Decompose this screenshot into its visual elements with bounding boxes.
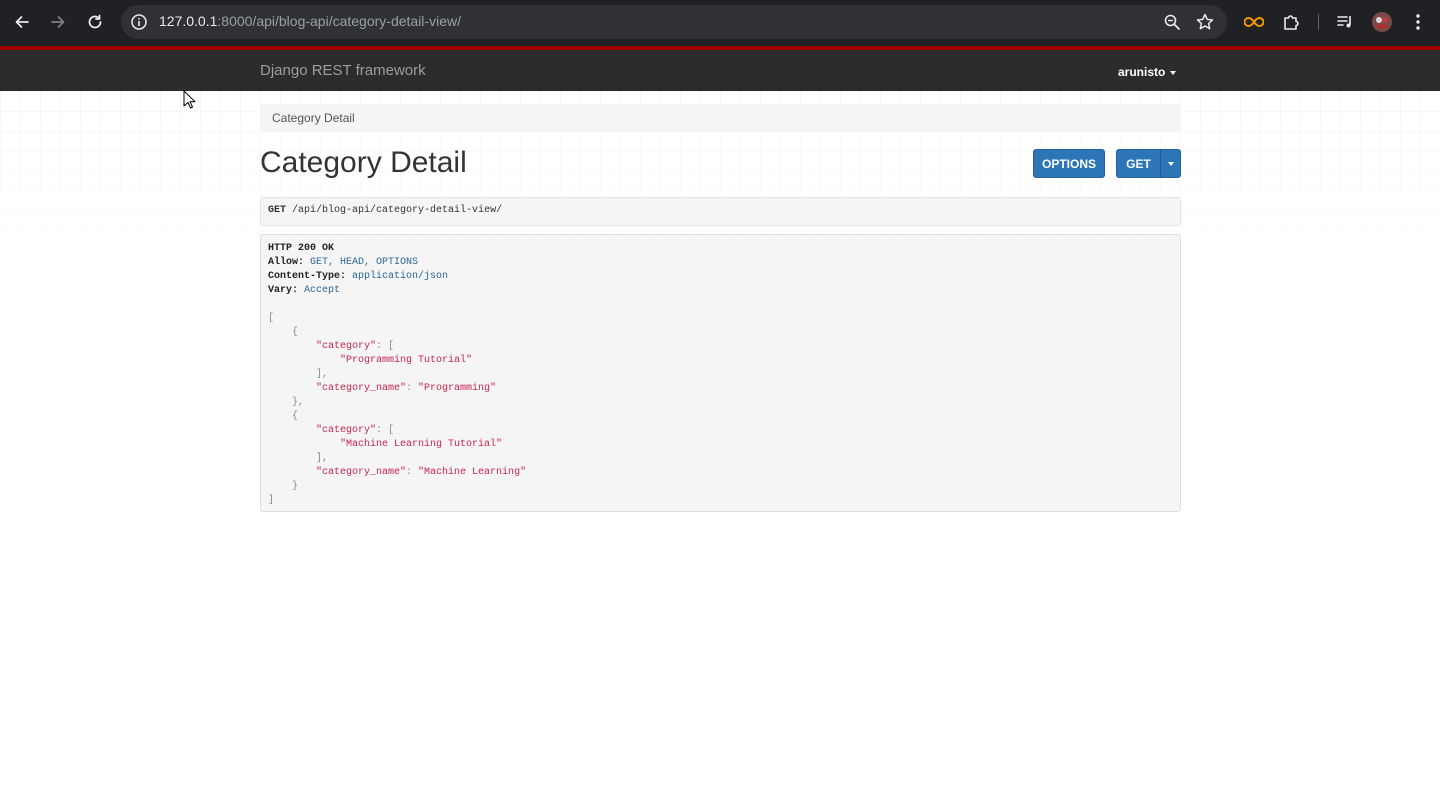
extensions-puzzle-icon[interactable]: [1280, 11, 1302, 33]
json-string: "Machine Learning Tutorial": [340, 439, 503, 450]
chrome-menu-icon[interactable]: [1407, 11, 1429, 33]
dropdown-caret-icon: [1170, 70, 1177, 75]
caret-down-icon: [1167, 161, 1174, 166]
page-title: Category Detail: [260, 146, 467, 179]
breadcrumb: Category Detail: [260, 104, 1181, 132]
toolbar-divider: [1318, 14, 1319, 30]
json-key: "category_name": [316, 383, 407, 394]
header-value: application/json: [352, 271, 449, 282]
url-path: :8000/api/blog-api/category-detail-view/: [217, 13, 461, 29]
header-value: GET, HEAD, OPTIONS: [310, 257, 419, 268]
header-key: Content-Type:: [268, 271, 347, 282]
username: arunisto: [1118, 65, 1166, 79]
request-path: /api/blog-api/category-detail-view/: [292, 205, 503, 216]
site-info-icon[interactable]: [130, 13, 148, 31]
reload-icon[interactable]: [83, 10, 107, 34]
json-key: "category": [316, 425, 377, 436]
header-key: Vary:: [268, 285, 299, 296]
json-string: "Programming": [418, 383, 497, 394]
json-key: "category": [316, 341, 377, 352]
extension-infinity-icon[interactable]: [1243, 11, 1265, 33]
mouse-cursor-icon: [183, 90, 196, 109]
browser-toolbar: 127.0.0.1:8000/api/blog-api/category-det…: [0, 0, 1440, 46]
navbar-brand[interactable]: Django REST framework: [260, 62, 426, 79]
header-key: Allow:: [268, 257, 305, 268]
address-bar[interactable]: 127.0.0.1:8000/api/blog-api/category-det…: [121, 5, 1227, 39]
back-arrow-icon[interactable]: [10, 10, 34, 34]
request-info: GET /api/blog-api/category-detail-view/: [260, 197, 1181, 226]
request-method: GET: [268, 205, 287, 216]
json-string: "Machine Learning": [418, 467, 527, 478]
profile-avatar-icon[interactable]: [1371, 11, 1393, 33]
breadcrumb-item[interactable]: Category Detail: [272, 111, 355, 125]
get-button[interactable]: GET: [1116, 149, 1161, 178]
header-value: Accept: [304, 285, 341, 296]
url-text[interactable]: 127.0.0.1:8000/api/blog-api/category-det…: [159, 13, 461, 29]
get-format-dropdown-button[interactable]: [1160, 149, 1181, 178]
user-dropdown[interactable]: arunisto: [1118, 65, 1177, 79]
url-host: 127.0.0.1: [159, 13, 218, 29]
json-key: "category_name": [316, 467, 407, 478]
bookmark-star-icon[interactable]: [1195, 12, 1215, 32]
response-status: HTTP 200 OK: [268, 243, 335, 254]
forward-arrow-icon[interactable]: [46, 10, 70, 34]
media-control-icon[interactable]: [1334, 11, 1356, 33]
json-string: "Programming Tutorial": [340, 355, 473, 366]
drf-navbar: Django REST framework arunisto: [0, 46, 1440, 91]
response-content: HTTP 200 OK Allow: GET, HEAD, OPTIONS Co…: [260, 234, 1181, 512]
zoom-icon[interactable]: [1163, 13, 1181, 31]
options-button[interactable]: OPTIONS: [1033, 149, 1105, 178]
